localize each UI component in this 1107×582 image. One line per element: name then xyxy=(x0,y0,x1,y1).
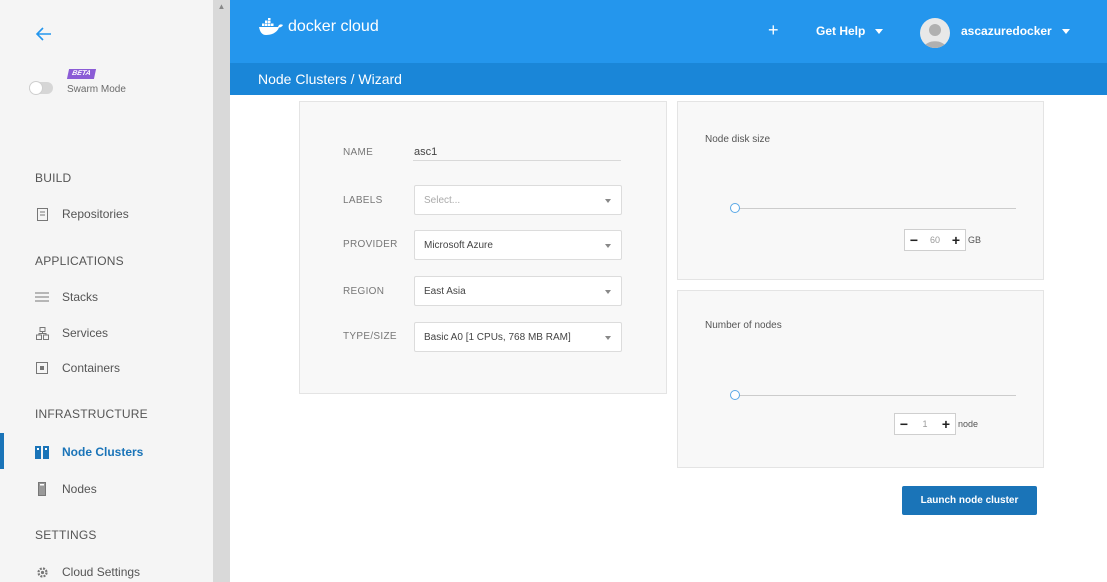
sidebar-item-stacks[interactable]: Stacks xyxy=(35,287,98,307)
containers-icon xyxy=(35,361,49,375)
sidebar-item-containers[interactable]: Containers xyxy=(35,358,120,378)
provider-label: PROVIDER xyxy=(343,239,398,250)
swarm-mode-label: Swarm Mode xyxy=(67,84,126,95)
region-label: REGION xyxy=(343,286,385,297)
labels-label: LABELS xyxy=(343,195,383,206)
chevron-down-icon xyxy=(605,244,611,248)
disk-size-slider-handle[interactable] xyxy=(730,203,740,213)
sidebar-scrollbar[interactable]: ▲ xyxy=(213,0,230,582)
chevron-down-icon xyxy=(605,199,611,203)
breadcrumb-bar: Node Clusters / Wizard xyxy=(230,63,1107,95)
name-field-underline xyxy=(413,160,621,161)
sidebar-item-label: Repositories xyxy=(62,207,129,221)
node-count-slider-track[interactable] xyxy=(733,395,1016,396)
chevron-down-icon xyxy=(605,336,611,340)
get-help-label: Get Help xyxy=(816,24,866,38)
sidebar: BETA Swarm Mode BUILD Repositories APPLI… xyxy=(0,0,213,582)
sidebar-item-label: Services xyxy=(62,326,109,340)
gear-icon xyxy=(35,565,49,579)
sidebar-item-label: Node Clusters xyxy=(62,445,144,459)
region-value: East Asia xyxy=(424,285,466,297)
node-count-value[interactable]: 1 xyxy=(913,419,937,429)
breadcrumb: Node Clusters / Wizard xyxy=(258,71,402,87)
disk-size-panel: Node disk size − 60 + GB xyxy=(677,101,1044,280)
sidebar-item-label: Stacks xyxy=(62,290,99,304)
provider-value: Microsoft Azure xyxy=(424,239,493,251)
nodes-icon xyxy=(35,482,49,496)
sidebar-item-node-clusters[interactable]: Node Clusters xyxy=(35,442,143,462)
disk-increment-button[interactable]: + xyxy=(947,232,965,248)
node-clusters-icon xyxy=(35,445,49,459)
disk-size-value[interactable]: 60 xyxy=(923,235,947,245)
user-menu[interactable]: ascazuredocker xyxy=(961,24,1070,38)
services-icon xyxy=(35,326,49,340)
avatar[interactable] xyxy=(920,18,950,48)
cluster-form-panel: NAME asc1 LABELS Select... PROVIDER Micr… xyxy=(299,101,667,394)
section-applications: APPLICATIONS xyxy=(35,254,124,268)
top-header: docker cloud + Get Help ascazuredocker xyxy=(230,0,1107,63)
chevron-down-icon xyxy=(875,28,884,34)
username: ascazuredocker xyxy=(961,24,1052,38)
brand-name: docker cloud xyxy=(288,18,379,35)
swarm-mode-toggle[interactable] xyxy=(29,81,53,95)
region-select[interactable]: East Asia xyxy=(414,276,622,306)
disk-size-title: Node disk size xyxy=(705,134,771,145)
provider-select[interactable]: Microsoft Azure xyxy=(414,230,622,260)
chevron-down-icon xyxy=(605,290,611,294)
labels-select[interactable]: Select... xyxy=(414,185,622,215)
beta-badge: BETA xyxy=(66,69,96,79)
launch-node-cluster-button[interactable]: Launch node cluster xyxy=(902,486,1037,515)
chevron-down-icon xyxy=(1061,28,1070,34)
docker-whale-icon xyxy=(259,18,283,35)
sidebar-item-label: Cloud Settings xyxy=(62,565,141,579)
back-arrow-icon[interactable] xyxy=(35,26,53,42)
type-size-label: TYPE/SIZE xyxy=(343,331,397,342)
disk-size-stepper: − 60 + GB xyxy=(904,229,981,251)
node-count-title: Number of nodes xyxy=(705,320,782,331)
node-count-stepper: − 1 + node xyxy=(894,413,978,435)
sidebar-item-repositories[interactable]: Repositories xyxy=(35,204,129,224)
brand-logo[interactable]: docker cloud xyxy=(258,18,379,36)
scroll-up-icon[interactable]: ▲ xyxy=(213,2,230,14)
sidebar-item-nodes[interactable]: Nodes xyxy=(35,479,97,499)
node-count-panel: Number of nodes − 1 + node xyxy=(677,290,1044,468)
repository-icon xyxy=(35,207,49,221)
sidebar-item-label: Nodes xyxy=(62,482,97,496)
labels-placeholder: Select... xyxy=(424,194,461,206)
node-decrement-button[interactable]: − xyxy=(895,416,913,432)
section-infrastructure: INFRASTRUCTURE xyxy=(35,407,148,421)
get-help-menu[interactable]: Get Help xyxy=(816,24,884,38)
node-count-unit: node xyxy=(958,419,979,429)
type-size-select[interactable]: Basic A0 [1 CPUs, 768 MB RAM] xyxy=(414,322,622,352)
type-size-value: Basic A0 [1 CPUs, 768 MB RAM] xyxy=(424,331,571,343)
sidebar-item-services[interactable]: Services xyxy=(35,323,108,343)
stacks-icon xyxy=(35,290,49,304)
sidebar-item-cloud-settings[interactable]: Cloud Settings xyxy=(35,562,140,582)
name-field[interactable]: asc1 xyxy=(414,146,437,158)
node-count-slider-handle[interactable] xyxy=(730,390,740,400)
section-settings: SETTINGS xyxy=(35,528,97,542)
section-build: BUILD xyxy=(35,171,72,185)
name-label: NAME xyxy=(343,147,374,158)
disk-decrement-button[interactable]: − xyxy=(905,232,923,248)
node-increment-button[interactable]: + xyxy=(937,416,955,432)
sidebar-item-label: Containers xyxy=(62,361,121,375)
active-indicator xyxy=(0,433,4,469)
disk-size-unit: GB xyxy=(968,235,982,245)
add-button[interactable]: + xyxy=(768,20,779,40)
disk-size-slider-track[interactable] xyxy=(733,208,1016,209)
